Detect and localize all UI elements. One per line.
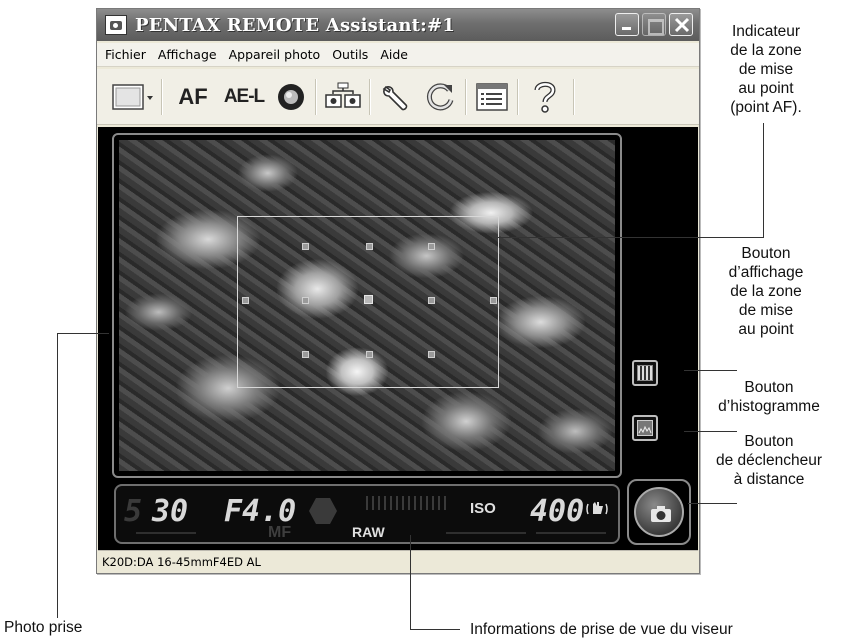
- window-title: PENTAX REMOTE Assistant:#1: [135, 14, 456, 36]
- focus-grid-icon: [637, 365, 653, 381]
- vf-underline: [136, 532, 196, 534]
- hexagon-icon: [309, 498, 337, 524]
- lens-info: K20D:DA 16-45mmF4ED AL: [102, 554, 261, 569]
- callout-line: [684, 370, 737, 371]
- photo-frame: [112, 133, 622, 478]
- refresh-button[interactable]: [421, 79, 459, 115]
- wrench-icon: [382, 85, 408, 111]
- shutter-frame: [627, 479, 691, 545]
- mf-label: MF: [268, 524, 292, 541]
- shutter-speed-value: 30: [152, 494, 189, 529]
- callout-line: [410, 535, 411, 630]
- shutter-button-callout: Bouton de déclencheur à distance: [716, 433, 822, 488]
- menu-aide[interactable]: Aide: [374, 47, 414, 62]
- af-point: [366, 243, 373, 250]
- exposure-scale: [366, 496, 450, 510]
- camera-network-icon: [325, 82, 361, 108]
- help-icon: [534, 81, 556, 113]
- display-mode-button[interactable]: [111, 79, 155, 115]
- callout-line: [688, 503, 737, 504]
- histogram-button-callout: Bouton d’histogramme: [718, 379, 820, 415]
- maximize-icon[interactable]: [642, 13, 666, 36]
- focus-area-display-button[interactable]: [632, 360, 658, 386]
- callout-line: [498, 237, 763, 238]
- captured-photo[interactable]: [119, 140, 615, 471]
- status-bar: K20D:DA 16-45mmF4ED AL: [98, 550, 698, 572]
- menu-affichage[interactable]: Affichage: [152, 47, 223, 62]
- af-point: [366, 351, 373, 358]
- minimize-icon[interactable]: [615, 13, 639, 36]
- af-point: [242, 297, 249, 304]
- window-controls: [615, 13, 693, 36]
- viewfinder-info-bar: 5 30 F4.0 MF RAW ISO 400: [114, 484, 620, 544]
- histogram-button[interactable]: [632, 415, 658, 441]
- menu-outils[interactable]: Outils: [326, 47, 374, 62]
- focus-button-callout: Bouton d’affichage de la zone de mise au…: [728, 245, 804, 338]
- af-point: [302, 297, 309, 304]
- raw-label: RAW: [352, 524, 385, 540]
- af-point: [428, 351, 435, 358]
- iso-value: 400: [530, 494, 585, 529]
- callout-line: [410, 629, 460, 630]
- camera-app-icon[interactable]: [105, 15, 127, 35]
- vf-underline: [536, 532, 606, 534]
- af-point-center: [364, 295, 373, 304]
- af-area-indicator: [237, 216, 499, 388]
- af-point: [428, 243, 435, 250]
- iso-label: ISO: [470, 500, 496, 517]
- callout-line: [57, 333, 58, 618]
- app-window: PENTAX REMOTE Assistant:#1 Fichier Affic…: [96, 8, 700, 574]
- toolbar: AF AE-L: [97, 69, 699, 125]
- menu-bar: Fichier Affichage Appareil photo Outils …: [97, 43, 699, 67]
- menu-fichier[interactable]: Fichier: [99, 47, 152, 62]
- af-point: [428, 297, 435, 304]
- shake-reduction-icon: [586, 502, 608, 515]
- camera-icon: [651, 506, 671, 522]
- circle-icon: [278, 84, 304, 110]
- settings-button[interactable]: [377, 79, 415, 115]
- af-point: [302, 243, 309, 250]
- histogram-icon: [637, 420, 653, 436]
- viewfinder-info-callout: Informations de prise de vue du viseur: [470, 621, 733, 638]
- af-button[interactable]: AF: [173, 79, 213, 115]
- menu-appareil-photo[interactable]: Appareil photo: [223, 47, 327, 62]
- list-window-icon: [476, 83, 508, 111]
- af-point: [302, 351, 309, 358]
- ael-button[interactable]: AE-L: [221, 79, 267, 115]
- remote-shutter-button[interactable]: [634, 487, 684, 537]
- vf-underline: [446, 532, 526, 534]
- refresh-icon: [426, 83, 454, 111]
- list-window-button[interactable]: [473, 79, 511, 115]
- camera-network-button[interactable]: [323, 79, 363, 115]
- callout-line: [763, 123, 764, 238]
- title-bar[interactable]: PENTAX REMOTE Assistant:#1: [97, 9, 699, 41]
- vf-dim-digit: 5: [124, 494, 143, 529]
- live-view-panel: 5 30 F4.0 MF RAW ISO 400: [98, 127, 698, 552]
- af-indicator-callout: Indicateur de la zone de mise au point (…: [730, 23, 802, 116]
- close-icon[interactable]: [669, 13, 693, 36]
- af-point: [490, 297, 497, 304]
- circle-button[interactable]: [273, 79, 309, 115]
- photo-callout: Photo prise: [4, 619, 83, 636]
- callout-line: [57, 333, 109, 334]
- help-button[interactable]: [525, 79, 565, 115]
